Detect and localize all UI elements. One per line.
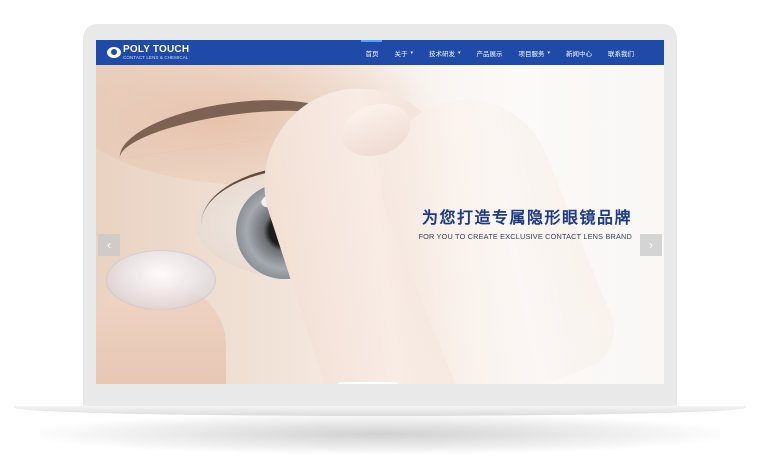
nav-item-label: 关于 (394, 50, 408, 58)
nav-item-home[interactable]: 首页 (361, 40, 383, 65)
slider-prev-button[interactable]: ‹ (98, 234, 120, 256)
chevron-down-icon: ▾ (457, 49, 461, 56)
slider-pagination (334, 382, 402, 384)
nav-item-label: 联系我们 (608, 50, 634, 58)
nav-item-services[interactable]: 项目服务 ▾ (518, 40, 550, 65)
logo-title: POLY TOUCH (123, 43, 190, 55)
slider-next-button[interactable]: › (640, 234, 662, 256)
eye-logo-icon (107, 47, 121, 58)
chevron-down-icon: ▾ (410, 49, 413, 56)
website-screen: POLY TOUCH CONTACT LENS & CHEMICAL 首页 关于… (96, 40, 664, 384)
logo-subtitle: CONTACT LENS & CHEMICAL (123, 54, 189, 60)
hero-subtitle: FOR YOU TO CREATE EXCLUSIVE CONTACT LENS… (418, 232, 632, 241)
nav-item-contact[interactable]: 联系我们 (608, 40, 634, 65)
site-logo[interactable]: POLY TOUCH CONTACT LENS & CHEMICAL (107, 43, 190, 61)
nav-item-research[interactable]: 技术研发 ▾ (429, 40, 461, 65)
nav-item-about[interactable]: 关于 ▾ (394, 40, 413, 65)
logo-text: POLY TOUCH CONTACT LENS & CHEMICAL (123, 43, 190, 61)
hero-title: 为您打造专属隐形眼镜品牌 (421, 210, 632, 227)
nav-menu: 首页 关于 ▾ 技术研发 ▾ 产品展示 项目服务 ▾ 新闻中心 联系我们 (349, 40, 634, 65)
chevron-down-icon: ▾ (547, 49, 550, 56)
nav-item-label: 技术研发 (428, 50, 455, 58)
navbar: POLY TOUCH CONTACT LENS & CHEMICAL 首页 关于… (96, 40, 664, 65)
chevron-right-icon: › (649, 238, 653, 252)
nav-item-products[interactable]: 产品展示 (476, 40, 502, 65)
hero-image-contact-lens (106, 250, 216, 310)
nav-item-label: 新闻中心 (566, 50, 592, 58)
nav-item-label: 项目服务 (518, 50, 545, 58)
hero-slider: 为您打造专属隐形眼镜品牌 FOR YOU TO CREATE EXCLUSIVE… (96, 65, 664, 384)
hero-caption: 为您打造专属隐形眼镜品牌 FOR YOU TO CREATE EXCLUSIVE… (392, 204, 632, 241)
nav-item-news[interactable]: 新闻中心 (566, 40, 592, 65)
nav-item-label: 首页 (365, 50, 379, 58)
chevron-left-icon: ‹ (107, 238, 111, 252)
nav-item-label: 产品展示 (476, 50, 503, 58)
laptop-shadow (40, 414, 720, 454)
